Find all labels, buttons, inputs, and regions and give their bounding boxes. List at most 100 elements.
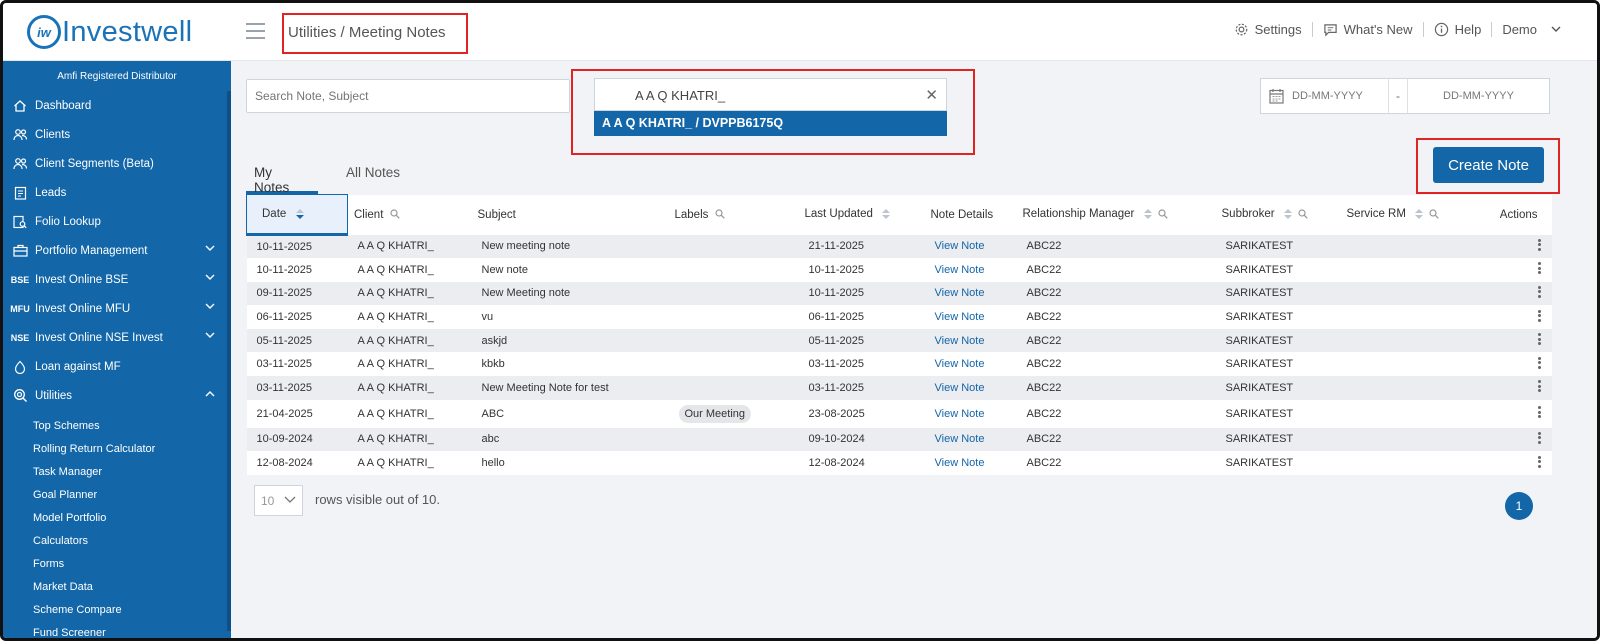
more-vertical-icon[interactable] [1537, 355, 1542, 370]
view-note-link[interactable]: View Note [935, 457, 985, 469]
cell-subject: New Meeting note [471, 281, 669, 306]
view-note-link[interactable]: View Note [935, 358, 985, 370]
sidebar-item-clients[interactable]: Clients [3, 120, 231, 149]
col-header-note-details: Note Details [924, 194, 1017, 235]
create-note-button[interactable]: Create Note [1433, 147, 1544, 183]
close-icon[interactable]: ✕ [925, 86, 938, 104]
date-to-input[interactable]: DD-MM-YYYY [1408, 90, 1549, 102]
more-vertical-icon[interactable] [1537, 261, 1542, 276]
more-vertical-icon[interactable] [1537, 405, 1542, 420]
rows-per-page-select[interactable]: 10 [254, 485, 303, 516]
sidebar-subitem-task-manager[interactable]: Task Manager [3, 460, 231, 483]
view-note-link[interactable]: View Note [935, 382, 985, 394]
view-note-link[interactable]: View Note [935, 408, 985, 420]
cell-actions [1477, 352, 1552, 377]
cell-client: A A Q KHATRI_ [347, 427, 472, 452]
view-note-link[interactable]: View Note [935, 264, 985, 276]
date-from-input[interactable]: DD-MM-YYYY [1292, 90, 1388, 102]
rows-per-page-value: 10 [261, 494, 275, 508]
sort-icon[interactable] [882, 208, 891, 220]
view-note-link[interactable]: View Note [935, 335, 985, 347]
search-icon[interactable] [1429, 209, 1440, 220]
whats-new-link[interactable]: What's New [1313, 22, 1424, 37]
sidebar-item-invest-online-mfu[interactable]: MFU Invest Online MFU [3, 294, 231, 323]
cell-subject: abc [471, 427, 669, 452]
sidebar-item-folio-lookup[interactable]: Folio Lookup [3, 207, 231, 236]
view-note-link[interactable]: View Note [935, 311, 985, 323]
more-vertical-icon[interactable] [1537, 332, 1542, 347]
tab-my-notes[interactable]: My Notes [246, 161, 318, 195]
users-icon [11, 128, 29, 141]
more-vertical-icon[interactable] [1537, 237, 1542, 252]
settings-link[interactable]: Settings [1224, 22, 1313, 37]
more-vertical-icon[interactable] [1537, 379, 1542, 394]
cell-labels [668, 328, 799, 353]
sidebar-subitem-rolling-return-calculator[interactable]: Rolling Return Calculator [3, 437, 231, 460]
search-icon[interactable] [390, 209, 400, 220]
search-note-input[interactable] [246, 79, 570, 113]
view-note-link[interactable]: View Note [935, 240, 985, 252]
cell-subbroker: SARIKATEST [1215, 376, 1341, 400]
sort-icon[interactable] [1283, 208, 1292, 220]
sidebar-item-client-segments[interactable]: Client Segments (Beta) [3, 149, 231, 178]
sidebar-subitem-forms[interactable]: Forms [3, 552, 231, 575]
client-search-input[interactable]: A A Q KHATRI_ ✕ [594, 78, 947, 111]
sidebar-item-invest-online-bse[interactable]: BSE Invest Online BSE [3, 265, 231, 294]
sidebar-item-utilities[interactable]: Utilities [3, 381, 231, 410]
cell-date: 03-11-2025 [246, 352, 348, 377]
sidebar-subitem-fund-screener[interactable]: Fund Screener [3, 621, 231, 639]
user-menu[interactable]: Demo [1492, 22, 1571, 37]
sidebar-item-leads[interactable]: Leads [3, 178, 231, 207]
sidebar-subitem-top-schemes[interactable]: Top Schemes [3, 414, 231, 437]
cell-service-rm [1340, 258, 1478, 282]
search-icon[interactable] [1298, 209, 1308, 220]
sort-icon[interactable] [1415, 208, 1424, 220]
nse-icon: NSE [10, 332, 30, 343]
sort-icon[interactable] [1143, 208, 1152, 220]
sidebar-subitem-scheme-compare[interactable]: Scheme Compare [3, 598, 231, 621]
sidebar-item-label: Dashboard [35, 99, 92, 112]
cell-client: A A Q KHATRI_ [347, 305, 472, 329]
sidebar-subitem-calculators[interactable]: Calculators [3, 529, 231, 552]
sidebar-item-dashboard[interactable]: Dashboard [3, 91, 231, 120]
more-vertical-icon[interactable] [1537, 430, 1542, 445]
sidebar-subitem-market-data[interactable]: Market Data [3, 575, 231, 598]
hamburger-menu-icon[interactable] [246, 23, 265, 39]
view-note-link[interactable]: View Note [935, 287, 985, 299]
notes-table: Date Client Subject Labels Last Updated … [246, 194, 1552, 475]
col-header-client[interactable]: Client [347, 194, 472, 235]
chevron-down-icon [205, 274, 215, 280]
cell-service-rm [1340, 376, 1478, 400]
col-header-last-updated[interactable]: Last Updated [798, 194, 925, 235]
sort-icon[interactable] [295, 208, 304, 220]
logo[interactable]: iw Investwell [27, 15, 192, 49]
help-link[interactable]: Help [1424, 22, 1493, 37]
search-icon[interactable] [714, 209, 725, 220]
cell-last-updated: 06-11-2025 [798, 305, 925, 329]
cell-labels [668, 427, 799, 452]
more-vertical-icon[interactable] [1537, 454, 1542, 469]
page-1-button[interactable]: 1 [1505, 492, 1533, 520]
sidebar-item-loan-against-mf[interactable]: Loan against MF [3, 352, 231, 381]
label-chip[interactable]: Our Meeting [678, 404, 752, 423]
col-header-relationship-manager[interactable]: Relationship Manager [1016, 194, 1216, 235]
cell-subject: New note [471, 258, 669, 282]
col-header-subbroker[interactable]: Subbroker [1215, 194, 1341, 235]
col-header-labels[interactable]: Labels [668, 194, 799, 235]
tab-all-notes[interactable]: All Notes [338, 161, 408, 194]
more-vertical-icon[interactable] [1537, 284, 1542, 299]
sidebar-item-invest-online-nse[interactable]: NSE Invest Online NSE Invest [3, 323, 231, 352]
client-dropdown-option[interactable]: A A Q KHATRI_ / DVPPB6175Q [594, 111, 947, 136]
col-header-date[interactable]: Date [246, 194, 348, 236]
col-header-label: Service RM [1346, 208, 1406, 221]
sidebar-item-portfolio-management[interactable]: Portfolio Management [3, 236, 231, 265]
cell-client: A A Q KHATRI_ [347, 258, 472, 282]
more-vertical-icon[interactable] [1537, 308, 1542, 323]
view-note-link[interactable]: View Note [935, 433, 985, 445]
sidebar-subitem-model-portfolio[interactable]: Model Portfolio [3, 506, 231, 529]
search-icon[interactable] [1158, 209, 1168, 220]
sidebar-subitem-goal-planner[interactable]: Goal Planner [3, 483, 231, 506]
cell-relationship-manager: ABC22 [1016, 427, 1216, 452]
date-range-picker[interactable]: DD-MM-YYYY - DD-MM-YYYY [1260, 78, 1550, 114]
col-header-service-rm[interactable]: Service RM [1340, 194, 1478, 235]
